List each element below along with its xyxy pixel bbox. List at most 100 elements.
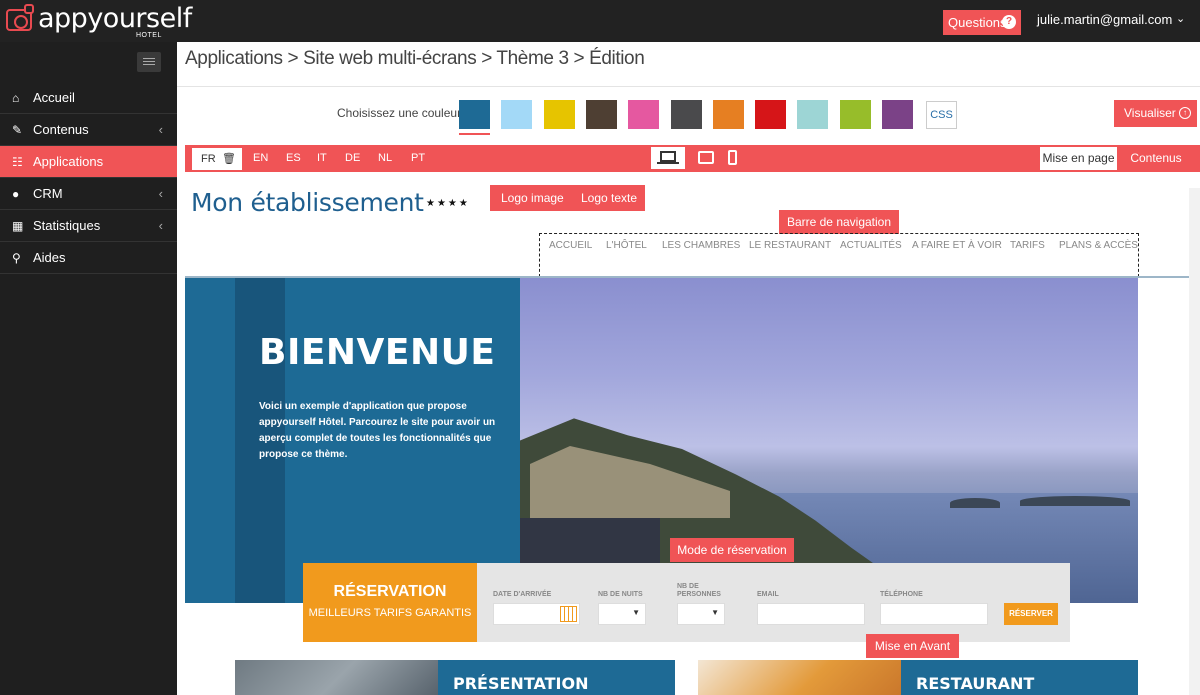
questions-button[interactable]: Questions ? <box>943 10 1021 35</box>
color-swatch[interactable] <box>543 100 575 129</box>
chevron-down-icon[interactable]: ⌄ <box>1176 12 1185 25</box>
nav-item-accueil[interactable]: ACCUEIL <box>549 240 592 251</box>
tab-contenus[interactable]: Contenus <box>1121 145 1191 172</box>
user-icon: ● <box>12 187 20 201</box>
brand-sub: HOTEL <box>136 32 162 39</box>
arrival-date-label: DATE D'ARRIVÉE <box>493 591 552 598</box>
divider <box>177 86 1200 87</box>
language-tab-pt[interactable]: PT <box>411 145 425 172</box>
bar-chart-icon: ▦ <box>12 219 24 233</box>
nav-item-actualites[interactable]: ACTUALITÉS <box>840 240 902 251</box>
nav-item-restaurant[interactable]: LE RESTAURANT <box>749 240 831 251</box>
color-swatch[interactable] <box>628 100 660 129</box>
phone-view-icon[interactable] <box>727 147 739 169</box>
sidebar: ⌂ Accueil ✎ Contenus ‹ ☷ Applications ● … <box>0 42 177 695</box>
persons-select[interactable]: ▼ <box>677 603 725 625</box>
desktop-view-icon[interactable] <box>651 147 685 169</box>
hero-banner[interactable]: BIENVENUE Voici un exemple d'application… <box>185 278 1138 603</box>
navigation-bar-tag[interactable]: Barre de navigation <box>779 210 899 234</box>
logo-text-button[interactable]: Logo texte <box>581 185 637 211</box>
star-rating: ★★★★ <box>426 198 470 209</box>
nav-item-a-faire[interactable]: A FAIRE ET À VOIR <box>912 240 1002 251</box>
reservation-widget: RÉSERVATION MEILLEURS TARIFS GARANTIS DA… <box>303 563 1070 642</box>
language-tab-fr[interactable]: FR 🗑 <box>192 148 242 170</box>
sidebar-item-label: Aides <box>33 250 66 265</box>
language-bar: FR 🗑 EN ES IT DE NL PT Mise en page Cont… <box>185 145 1200 172</box>
chevron-left-icon: ‹ <box>158 186 163 201</box>
caret-down-icon: ▼ <box>711 608 719 617</box>
arrival-date-input[interactable] <box>493 603 580 625</box>
pool <box>520 518 660 563</box>
hero-title: BIENVENUE <box>259 332 496 373</box>
language-tab-de[interactable]: DE <box>345 145 360 172</box>
language-tab-nl[interactable]: NL <box>378 145 392 172</box>
questions-label: Questions <box>948 15 1007 30</box>
preview-scrollbar[interactable] <box>1189 188 1200 695</box>
color-swatch[interactable] <box>501 100 533 129</box>
island <box>950 498 1000 508</box>
trash-icon[interactable]: 🗑 <box>222 148 236 170</box>
edit-icon: ✎ <box>12 123 23 137</box>
color-picker-label: Choisissez une couleur <box>337 106 462 120</box>
search-icon: ⚲ <box>12 251 21 265</box>
menu-toggle-button[interactable] <box>137 52 161 72</box>
nav-item-hotel[interactable]: L'HÔTEL <box>606 240 647 251</box>
phone-label: TÉLÉPHONE <box>880 591 923 598</box>
color-swatch[interactable] <box>839 100 871 129</box>
presentation-card[interactable]: PRÉSENTATION <box>235 660 675 695</box>
presentation-card-title: PRÉSENTATION <box>453 674 589 693</box>
arrow-up-circle-icon: ↑ <box>1179 107 1191 119</box>
tab-mise-en-page[interactable]: Mise en page <box>1040 147 1117 170</box>
color-swatch[interactable] <box>712 100 744 129</box>
nav-item-chambres[interactable]: LES CHAMBRES <box>662 240 740 251</box>
user-email[interactable]: julie.martin@gmail.com <box>1037 12 1172 27</box>
color-swatch[interactable] <box>459 100 490 135</box>
phone-input[interactable] <box>880 603 988 625</box>
logo-image-button[interactable]: Logo image <box>501 185 564 211</box>
calendar-icon[interactable] <box>560 606 577 622</box>
restaurant-card[interactable]: RESTAURANT <box>698 660 1138 695</box>
nav-item-tarifs[interactable]: TARIFS <box>1010 240 1045 251</box>
sitemap-icon: ☷ <box>12 155 23 169</box>
restaurant-card-title: RESTAURANT <box>916 674 1035 693</box>
nights-label: NB DE NUITS <box>598 591 643 598</box>
logo-options: Logo image Logo texte <box>490 185 645 211</box>
color-swatch[interactable] <box>797 100 829 129</box>
color-swatch[interactable] <box>585 100 617 129</box>
home-icon: ⌂ <box>12 91 20 105</box>
sidebar-item-applications[interactable]: ☷ Applications <box>0 146 177 178</box>
color-swatch[interactable] <box>882 100 913 129</box>
color-swatch[interactable] <box>670 100 702 129</box>
featured-tag[interactable]: Mise en Avant <box>866 634 959 658</box>
hero-photo <box>520 278 1138 603</box>
sidebar-item-aides[interactable]: ⚲ Aides <box>0 242 177 274</box>
brand-name: appyourself <box>38 3 192 34</box>
app-logo[interactable]: appyourself HOTEL <box>4 4 192 40</box>
nights-select[interactable]: ▼ <box>598 603 646 625</box>
logo-mark-accent <box>24 4 34 14</box>
language-tab-en[interactable]: EN <box>253 145 268 172</box>
nav-item-plans-acces[interactable]: PLANS & ACCÈS <box>1059 240 1138 251</box>
email-input[interactable] <box>757 603 865 625</box>
email-label: EMAIL <box>757 591 779 598</box>
css-button[interactable]: CSS <box>926 101 957 129</box>
visualiser-button[interactable]: Visualiser ↑ <box>1114 100 1197 127</box>
site-title[interactable]: Mon établissement <box>191 188 424 217</box>
sidebar-item-statistiques[interactable]: ▦ Statistiques ‹ <box>0 210 177 242</box>
language-tab-it[interactable]: IT <box>317 145 327 172</box>
sidebar-item-accueil[interactable]: ⌂ Accueil <box>0 82 177 114</box>
sidebar-item-label: Applications <box>33 154 104 169</box>
help-icon: ? <box>1002 15 1016 29</box>
caret-down-icon: ▼ <box>632 608 640 617</box>
tablet-view-icon[interactable] <box>697 147 715 169</box>
language-tab-es[interactable]: ES <box>286 145 301 172</box>
breadcrumb: Applications > Site web multi-écrans > T… <box>185 48 645 69</box>
restaurant-card-image <box>698 660 901 695</box>
sidebar-item-crm[interactable]: ● CRM ‹ <box>0 178 177 210</box>
sidebar-item-contenus[interactable]: ✎ Contenus ‹ <box>0 114 177 146</box>
reservation-mode-tag[interactable]: Mode de réservation <box>670 538 794 562</box>
chevron-left-icon: ‹ <box>158 218 163 233</box>
site-preview: Mon établissement ★★★★ Logo image Logo t… <box>185 172 1189 695</box>
color-swatch[interactable] <box>755 100 787 129</box>
reserve-button[interactable]: RÉSERVER <box>1004 603 1058 625</box>
